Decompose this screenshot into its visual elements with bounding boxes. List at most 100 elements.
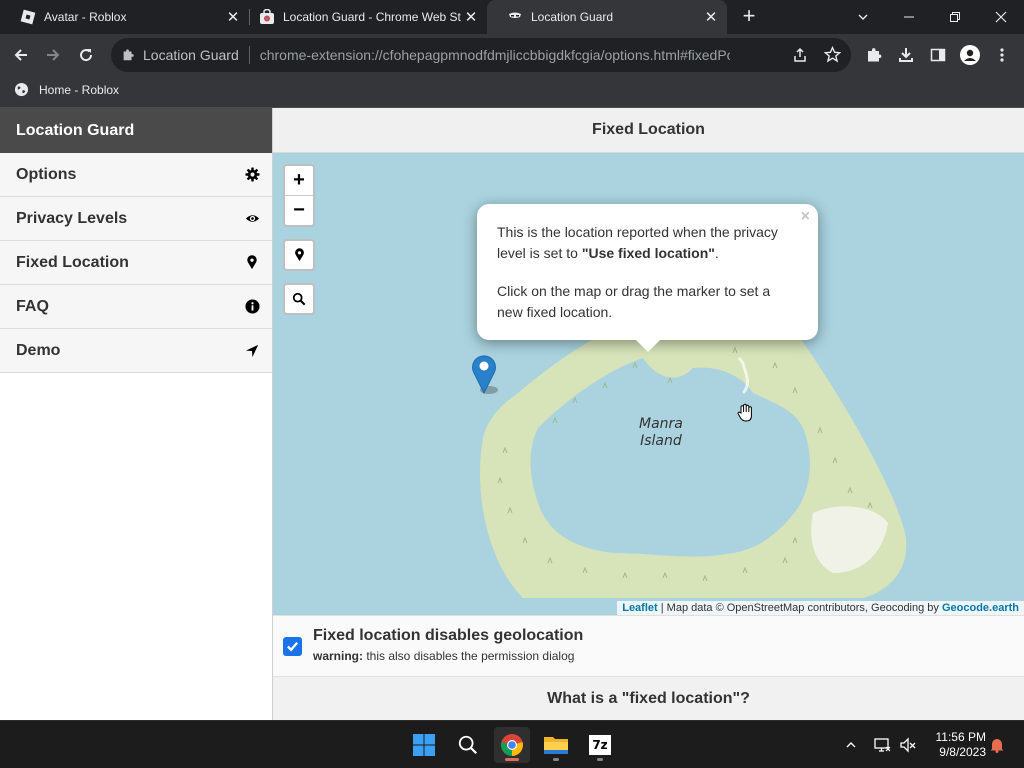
roblox-icon bbox=[20, 9, 36, 25]
clock[interactable]: 11:56 PM 9/8/2023 bbox=[924, 730, 986, 760]
gear-icon bbox=[244, 167, 260, 183]
menu-button[interactable] bbox=[989, 42, 1015, 68]
tab-title: Location Guard bbox=[531, 10, 614, 24]
map-marker-icon bbox=[294, 248, 304, 262]
disable-geolocation-checkbox[interactable] bbox=[283, 637, 302, 656]
back-button[interactable] bbox=[8, 42, 34, 68]
extension-puzzle-icon bbox=[121, 48, 135, 62]
page-title: Fixed Location bbox=[273, 108, 1024, 153]
sidebar: Location Guard Options Privacy Levels Fi… bbox=[0, 108, 273, 720]
map-popup: × This is the location reported when the… bbox=[477, 204, 818, 340]
popup-bold-text: "Use fixed location" bbox=[581, 245, 715, 261]
arrow-left-icon bbox=[14, 49, 27, 61]
downloads-button[interactable] bbox=[893, 42, 919, 68]
new-tab-button[interactable]: + bbox=[737, 5, 761, 29]
tab-location-guard[interactable]: Location Guard ✕ bbox=[487, 0, 727, 34]
volume-button[interactable] bbox=[896, 721, 920, 768]
sidebar-item-fixed-location[interactable]: Fixed Location bbox=[0, 241, 272, 285]
chevron-up-icon bbox=[846, 742, 856, 748]
info-icon bbox=[244, 299, 260, 315]
popup-text: . bbox=[714, 245, 719, 261]
start-button[interactable] bbox=[406, 727, 442, 763]
popup-paragraph: This is the location reported when the p… bbox=[497, 222, 798, 264]
taskbar-file-explorer[interactable] bbox=[538, 727, 574, 763]
running-indicator bbox=[597, 758, 603, 761]
reload-button[interactable] bbox=[73, 42, 99, 68]
location-arrow-icon bbox=[244, 343, 260, 359]
bookmark-home-roblox[interactable]: Home - Roblox bbox=[14, 82, 119, 97]
tab-title: Avatar - Roblox bbox=[44, 10, 127, 24]
tab-search-button[interactable] bbox=[840, 0, 886, 34]
show-hidden-icons-button[interactable] bbox=[838, 721, 864, 768]
locate-button[interactable] bbox=[283, 239, 315, 271]
volume-muted-icon bbox=[900, 737, 916, 753]
arrow-right-icon bbox=[47, 49, 60, 61]
zoom-in-button[interactable]: + bbox=[285, 166, 313, 195]
tab-chrome-web-store[interactable]: Location Guard - Chrome Web St ✕ bbox=[239, 0, 487, 34]
popup-close-button[interactable]: × bbox=[801, 206, 810, 227]
zoom-out-button[interactable]: − bbox=[285, 195, 313, 224]
close-window-button[interactable] bbox=[978, 0, 1024, 34]
taskbar-7zip[interactable]: 7z bbox=[582, 727, 618, 763]
network-button[interactable] bbox=[870, 721, 894, 768]
avatar-icon bbox=[960, 45, 980, 65]
faq-heading[interactable]: What is a "fixed location"? bbox=[273, 677, 1024, 720]
taskbar-chrome[interactable] bbox=[494, 727, 530, 763]
attribution-text: | Map data © OpenStreetMap contributors,… bbox=[657, 602, 942, 614]
sidebar-item-label: Demo bbox=[16, 341, 61, 359]
bookmark-label: Home - Roblox bbox=[39, 82, 120, 97]
address-bar[interactable]: Location Guard chrome-extension://cfohep… bbox=[111, 38, 851, 72]
checkmark-icon bbox=[287, 642, 299, 652]
7zip-icon: 7z bbox=[589, 735, 611, 755]
omnibox-url[interactable]: chrome-extension://cfohepagpmnodfdmjlicc… bbox=[260, 47, 730, 63]
globe-icon bbox=[14, 82, 29, 97]
extensions-button[interactable] bbox=[861, 42, 887, 68]
bookmark-star-icon[interactable] bbox=[824, 46, 841, 63]
tab-strip: Avatar - Roblox ✕ Location Guard - Chrom… bbox=[0, 0, 1024, 34]
minimize-button[interactable] bbox=[886, 0, 932, 34]
warning-label: warning: bbox=[313, 649, 363, 663]
map[interactable]: Manra Island + − × This is the location … bbox=[273, 153, 1024, 615]
side-panel-icon bbox=[930, 48, 946, 62]
chevron-down-icon bbox=[858, 14, 868, 20]
taskbar-search-button[interactable] bbox=[450, 727, 486, 763]
popup-paragraph: Click on the map or drag the marker to s… bbox=[497, 283, 771, 320]
map-search-button[interactable] bbox=[283, 283, 315, 315]
leaflet-link[interactable]: Leaflet bbox=[622, 602, 657, 614]
main-panel: Fixed Location Manra Island + − × This i… bbox=[273, 108, 1024, 720]
sidebar-item-label: FAQ bbox=[16, 297, 49, 315]
hand-cursor-icon bbox=[737, 403, 752, 422]
notifications-button[interactable] bbox=[986, 721, 1008, 768]
tab-close-button[interactable]: ✕ bbox=[461, 8, 481, 26]
share-icon[interactable] bbox=[792, 47, 808, 63]
fixed-location-marker[interactable] bbox=[471, 353, 499, 395]
sidebar-title: Location Guard bbox=[0, 108, 272, 153]
side-panel-button[interactable] bbox=[925, 42, 951, 68]
file-explorer-icon bbox=[544, 737, 568, 754]
search-icon bbox=[292, 292, 306, 306]
browser-toolbar: Location Guard chrome-extension://cfohep… bbox=[0, 34, 1024, 76]
tab-close-button[interactable]: ✕ bbox=[701, 8, 721, 26]
fixed-location-setting: Fixed location disables geolocation warn… bbox=[273, 615, 1024, 677]
sidebar-item-demo[interactable]: Demo bbox=[0, 329, 272, 373]
forward-button[interactable] bbox=[40, 42, 66, 68]
sidebar-item-label: Fixed Location bbox=[16, 253, 129, 271]
sidebar-item-options[interactable]: Options bbox=[0, 153, 272, 197]
warning-text: this also disables the permission dialog bbox=[363, 649, 575, 663]
running-indicator bbox=[553, 758, 559, 761]
chrome-web-store-icon bbox=[259, 8, 275, 25]
windows-start-icon bbox=[413, 734, 435, 756]
sidebar-item-label: Privacy Levels bbox=[16, 209, 128, 227]
download-icon bbox=[899, 48, 913, 62]
omnibox-separator bbox=[248, 46, 250, 64]
geocode-earth-link[interactable]: Geocode.earth bbox=[942, 602, 1019, 614]
sidebar-item-privacy-levels[interactable]: Privacy Levels bbox=[0, 197, 272, 241]
tab-avatar-roblox[interactable]: Avatar - Roblox ✕ bbox=[0, 0, 249, 34]
island-label-line: Island bbox=[640, 433, 682, 449]
omnibox-site-name: Location Guard bbox=[143, 47, 239, 63]
more-vertical-icon bbox=[1000, 48, 1004, 62]
sidebar-item-faq[interactable]: FAQ bbox=[0, 285, 272, 329]
map-attribution: Leaflet | Map data © OpenStreetMap contr… bbox=[617, 601, 1024, 615]
restore-button[interactable] bbox=[932, 0, 978, 34]
profile-button[interactable] bbox=[957, 42, 983, 68]
